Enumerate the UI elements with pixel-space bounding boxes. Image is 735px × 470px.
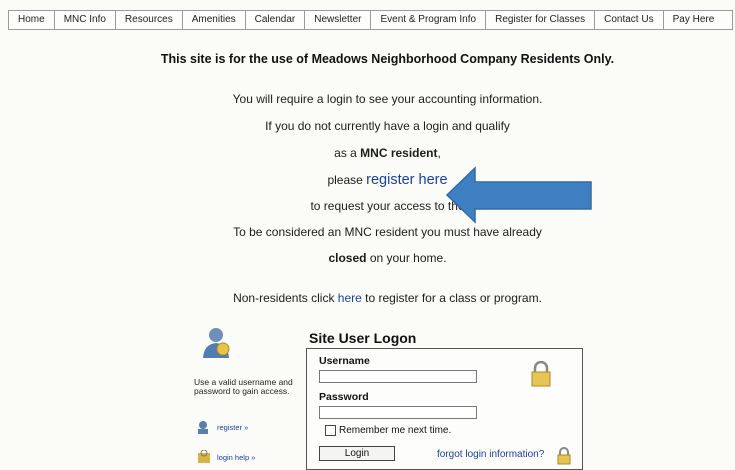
nav-item-event-program-info[interactable]: Event & Program Info [371, 11, 487, 29]
login-help-link[interactable]: login help » [196, 450, 255, 464]
remember-label: Remember me next time. [339, 425, 452, 436]
info-line-7: closed on your home. [0, 251, 735, 265]
remember-checkbox[interactable] [325, 425, 336, 436]
logon-form: Username Password Remember me next time.… [306, 348, 583, 470]
logon-help-text: Use a valid username and password to gai… [194, 377, 293, 396]
nav-item-register-for-classes[interactable]: Register for Classes [486, 11, 596, 29]
user-avatar-icon [203, 328, 230, 358]
register-here-link[interactable]: register here [366, 172, 447, 188]
non-resident-here-link[interactable]: here [338, 291, 362, 305]
info-line-5: to request your access to the [310, 199, 465, 213]
arrow-shape [445, 166, 592, 224]
nav-item-pay-here[interactable]: Pay Here [664, 11, 724, 29]
info-line-3-post: , [437, 146, 441, 160]
register-icon [198, 421, 208, 434]
logon-panel: Site User Logon Use a valid username and… [186, 326, 586, 470]
login-help-link-label: login help » [217, 452, 256, 462]
info-line-8-post: to register for a class or program. [361, 291, 542, 305]
nav-item-home[interactable]: Home [9, 11, 55, 29]
info-line-3: as a MNC resident, [0, 146, 735, 160]
nav-item-calendar[interactable]: Calendar [246, 11, 306, 29]
username-input[interactable] [319, 370, 477, 383]
info-line-8: Non-residents click here to register for… [0, 291, 735, 305]
mnc-resident-text: MNC resident [360, 146, 438, 160]
nav-item-newsletter[interactable]: Newsletter [305, 11, 372, 29]
info-line-4: please register here [0, 172, 735, 188]
info-line-2: If you do not currently have a login and… [265, 119, 510, 133]
logon-title: Site User Logon [309, 330, 417, 346]
login-help-icon [198, 450, 210, 463]
info-line-6: To be considered an MNC resident you mus… [233, 225, 542, 239]
forgot-login-link[interactable]: forgot login information? [437, 449, 544, 460]
closed-text: closed [328, 251, 367, 265]
info-line-7-post: on your home. [366, 251, 447, 265]
username-label: Username [319, 355, 370, 367]
arrow-annotation [445, 166, 592, 224]
password-input[interactable] [319, 406, 477, 419]
nav-item-contact-us[interactable]: Contact Us [595, 11, 664, 29]
password-label: Password [319, 391, 369, 403]
top-nav: Home MNC Info Resources Amenities Calendar Ne… [8, 10, 733, 30]
remember-me[interactable]: Remember me next time. [325, 425, 451, 436]
info-line-1: You will require a login to see your acc… [232, 92, 543, 106]
nav-item-resources[interactable]: Resources [116, 11, 183, 29]
info-line-4-pre: please [327, 173, 367, 187]
register-link[interactable]: register » [196, 420, 248, 434]
register-link-label: register » [217, 422, 249, 432]
login-button[interactable]: Login [319, 446, 395, 461]
lock-icon [531, 361, 551, 387]
lock-small-icon [557, 447, 571, 465]
nav-item-mnc-info[interactable]: MNC Info [55, 11, 116, 29]
page-headline: This site is for the use of Meadows Neig… [160, 52, 615, 66]
info-line-3-pre: as a [334, 146, 361, 160]
info-line-8-pre: Non-residents click [233, 291, 338, 305]
nav-item-amenities[interactable]: Amenities [183, 11, 246, 29]
